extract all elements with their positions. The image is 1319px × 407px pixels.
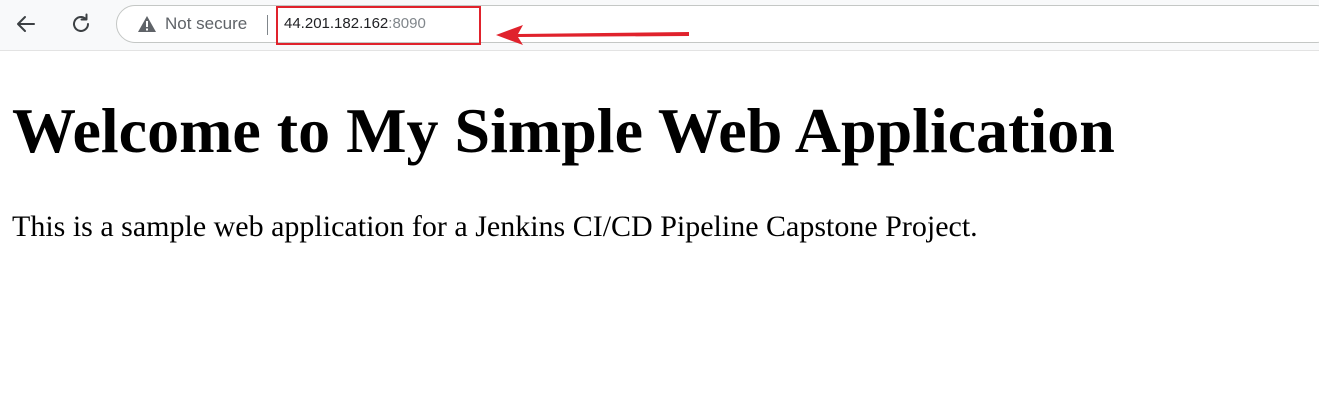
page-heading: Welcome to My Simple Web Application: [12, 95, 1115, 166]
browser-toolbar: Not secure 44.201.182.162:8090: [0, 0, 1319, 51]
back-button[interactable]: [8, 6, 44, 42]
url-host: 44.201.182.162: [284, 15, 389, 32]
back-arrow-icon: [17, 16, 35, 32]
page-content: Welcome to My Simple Web Application Thi…: [12, 92, 1302, 244]
security-indicator[interactable]: Not secure: [137, 6, 247, 42]
security-label: Not secure: [165, 14, 248, 33]
page-paragraph: This is a sample web application for a J…: [12, 210, 978, 243]
reload-icon: [73, 13, 89, 32]
warning-triangle-icon: [138, 16, 156, 32]
url-port: :8090: [388, 15, 426, 32]
address-divider: [267, 15, 268, 35]
reload-button[interactable]: [63, 6, 99, 42]
url-text[interactable]: 44.201.182.162:8090: [284, 6, 426, 42]
address-bar[interactable]: Not secure 44.201.182.162:8090: [116, 5, 1319, 43]
